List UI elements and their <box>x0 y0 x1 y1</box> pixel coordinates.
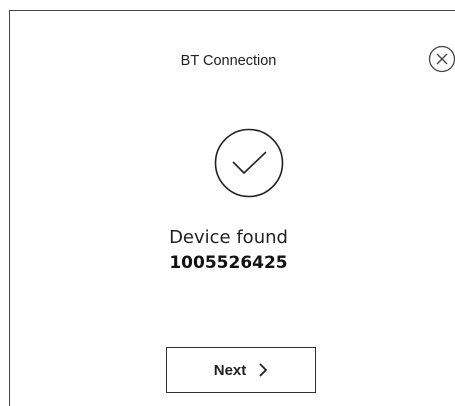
next-button[interactable]: Next <box>166 347 316 393</box>
device-serial-number: 1005526425 <box>169 253 288 273</box>
status-message: Device found <box>169 227 288 248</box>
bt-connection-dialog: BT Connection Device found 1005526425 Ne… <box>9 10 455 406</box>
check-circle-icon <box>214 128 284 198</box>
close-button[interactable] <box>428 45 455 73</box>
dialog-title: BT Connection <box>180 53 277 69</box>
close-circle-icon <box>428 45 455 73</box>
next-button-label: Next <box>213 361 247 379</box>
chevron-right-icon <box>259 363 268 377</box>
